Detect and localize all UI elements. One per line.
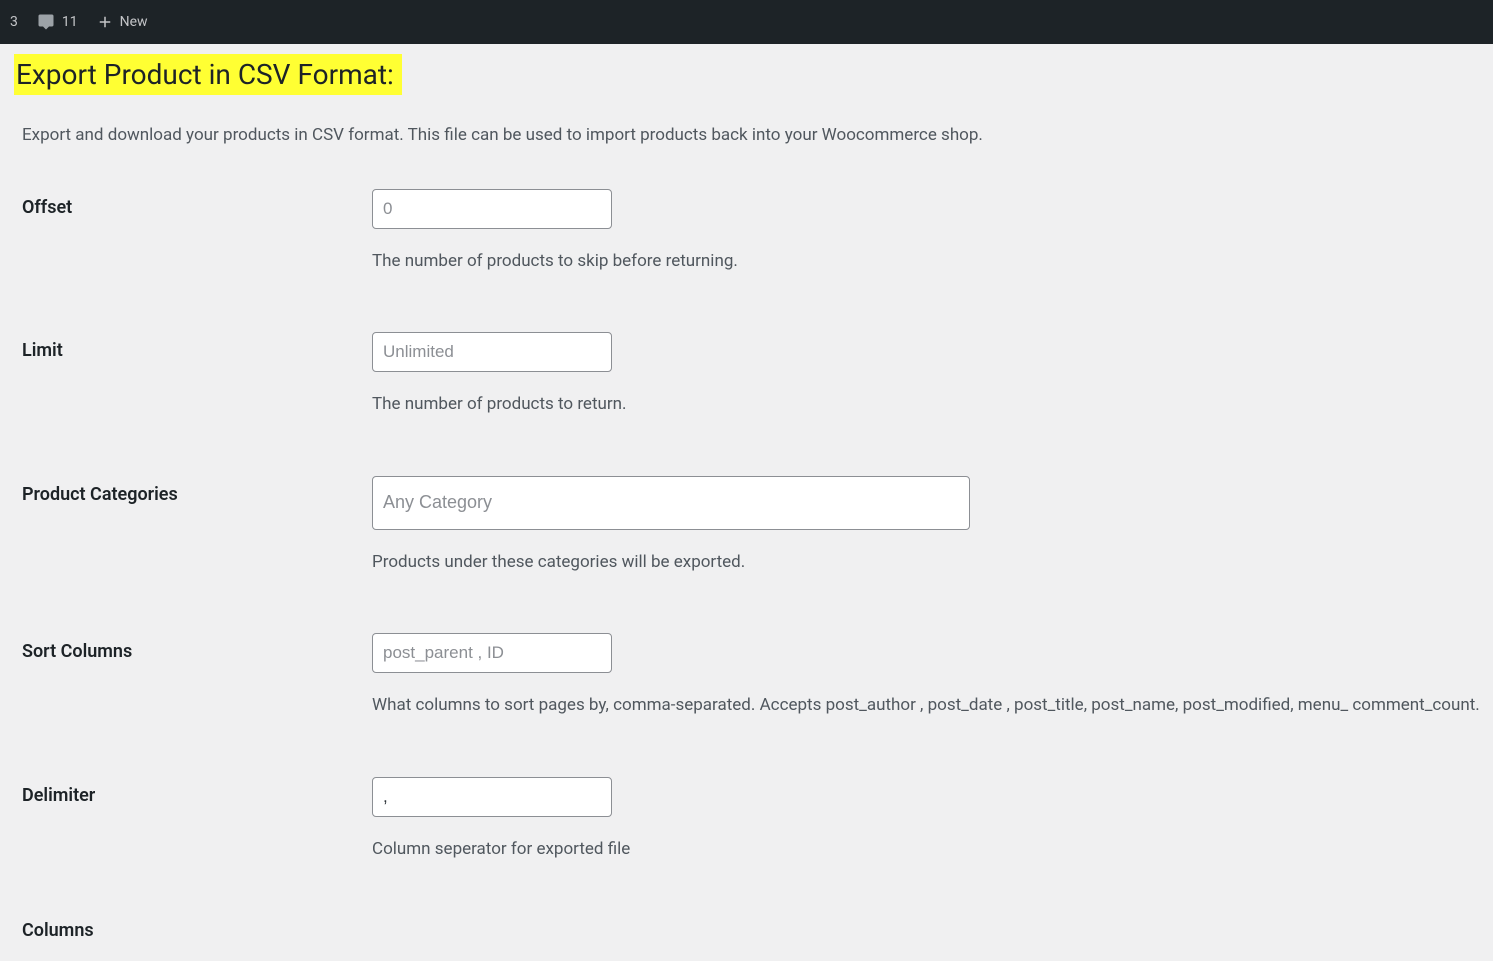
sort-row: Sort Columns What columns to sort pages … xyxy=(0,633,1493,719)
delimiter-input[interactable] xyxy=(372,777,612,817)
sort-label: Sort Columns xyxy=(22,633,372,662)
offset-help: The number of products to skip before re… xyxy=(372,249,1493,275)
delimiter-row: Delimiter Column seperator for exported … xyxy=(0,777,1493,863)
limit-field: The number of products to return. xyxy=(372,332,1493,418)
comments-item[interactable]: 11 xyxy=(36,13,78,31)
limit-help: The number of products to return. xyxy=(372,392,1493,418)
limit-label: Limit xyxy=(22,332,372,361)
delimiter-label: Delimiter xyxy=(22,777,372,806)
sort-help: What columns to sort pages by, comma-sep… xyxy=(372,693,1493,719)
categories-label: Product Categories xyxy=(22,476,372,505)
delimiter-help: Column seperator for exported file xyxy=(372,837,1493,863)
admin-bar: 3 11 New xyxy=(0,0,1493,44)
comments-count: 11 xyxy=(62,14,78,30)
sort-input[interactable] xyxy=(372,633,612,673)
sort-field: What columns to sort pages by, comma-sep… xyxy=(372,633,1493,719)
content-area: Export Product in CSV Format: Export and… xyxy=(0,44,1493,961)
updates-count: 3 xyxy=(10,14,18,30)
limit-row: Limit The number of products to return. xyxy=(0,332,1493,418)
categories-row: Product Categories Products under these … xyxy=(0,476,1493,576)
plus-icon xyxy=(96,13,114,31)
columns-label: Columns xyxy=(0,920,1493,941)
categories-field: Products under these categories will be … xyxy=(372,476,1493,576)
offset-field: The number of products to skip before re… xyxy=(372,189,1493,275)
page-description: Export and download your products in CSV… xyxy=(22,123,1493,149)
offset-row: Offset The number of products to skip be… xyxy=(0,189,1493,275)
page-title: Export Product in CSV Format: xyxy=(14,54,402,95)
delimiter-field: Column seperator for exported file xyxy=(372,777,1493,863)
new-label: New xyxy=(120,14,148,30)
updates-item[interactable]: 3 xyxy=(10,14,18,30)
form-table: Offset The number of products to skip be… xyxy=(0,189,1493,863)
categories-help: Products under these categories will be … xyxy=(372,550,1493,576)
offset-label: Offset xyxy=(22,189,372,218)
offset-input[interactable] xyxy=(372,189,612,229)
comment-icon xyxy=(36,13,56,31)
new-item[interactable]: New xyxy=(96,13,148,31)
categories-input[interactable] xyxy=(372,476,970,530)
limit-input[interactable] xyxy=(372,332,612,372)
